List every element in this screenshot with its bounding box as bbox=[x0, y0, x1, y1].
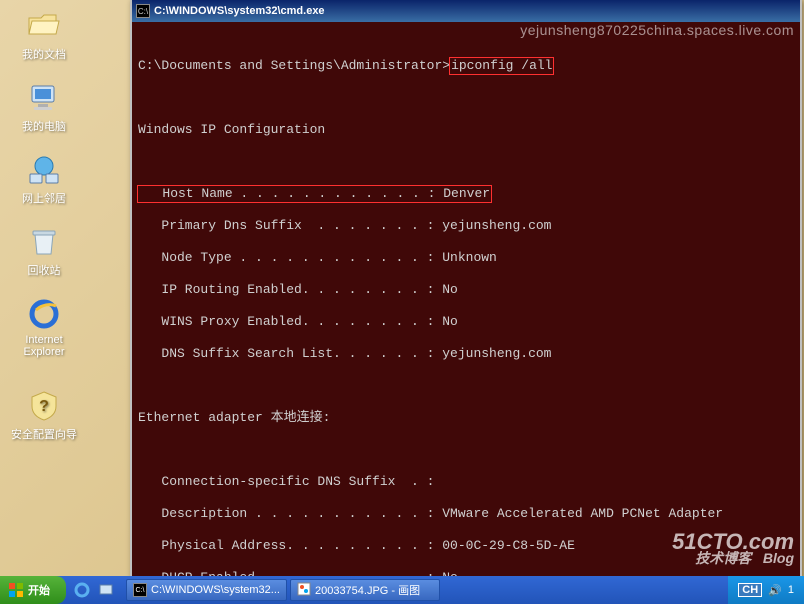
output-line: Primary Dns Suffix . . . . . . . : yejun… bbox=[138, 218, 794, 234]
desktop: 我的文档 我的电脑 网上邻居 回收站 Internet Explorer ? 安… bbox=[0, 0, 804, 604]
system-tray[interactable]: CH 🔊 1 bbox=[728, 576, 804, 604]
desktop-icon-mydocs[interactable]: 我的文档 bbox=[4, 8, 84, 62]
output-line: Description . . . . . . . . . . . : VMwa… bbox=[138, 506, 794, 522]
desktop-icon-label: 回收站 bbox=[4, 262, 84, 278]
output-line: Node Type . . . . . . . . . . . . : Unkn… bbox=[138, 250, 794, 266]
output-line: Connection-specific DNS Suffix . : bbox=[138, 474, 794, 490]
recycle-bin-icon bbox=[26, 224, 62, 260]
task-paint[interactable]: 20033754.JPG - 画图 bbox=[290, 579, 440, 601]
output-line: IP Routing Enabled. . . . . . . . : No bbox=[138, 282, 794, 298]
output-line: Windows IP Configuration bbox=[138, 122, 794, 138]
terminal-content[interactable]: yejunsheng870225china.spaces.live.com C:… bbox=[132, 22, 800, 578]
svg-text:?: ? bbox=[39, 398, 49, 415]
window-title: C:\WINDOWS\system32\cmd.exe bbox=[154, 5, 796, 17]
desktop-icon-security-wizard[interactable]: ? 安全配置向导 bbox=[4, 388, 84, 442]
tray-clock[interactable]: 1 bbox=[788, 584, 794, 596]
computer-icon bbox=[26, 80, 62, 116]
cmd-icon: C:\ bbox=[133, 583, 147, 597]
watermark-brand: 51CTO.com技术博客 Blog bbox=[672, 534, 794, 566]
output-line: Ethernet adapter 本地连接: bbox=[138, 410, 794, 426]
start-button[interactable]: 开始 bbox=[0, 576, 66, 604]
output-line: WINS Proxy Enabled. . . . . . . . : No bbox=[138, 314, 794, 330]
start-label: 开始 bbox=[28, 582, 50, 598]
paint-icon bbox=[297, 582, 311, 599]
windows-logo-icon bbox=[8, 582, 24, 598]
tray-speaker-icon[interactable]: 🔊 bbox=[768, 584, 782, 597]
desktop-icon-label: 安全配置向导 bbox=[4, 426, 84, 442]
desktop-icon-network[interactable]: 网上邻居 bbox=[4, 152, 84, 206]
taskbar: 开始 C:\ C:\WINDOWS\system32... 20033754.J… bbox=[0, 576, 804, 604]
task-label: 20033754.JPG - 画图 bbox=[315, 582, 420, 598]
desktop-icon-label: 我的文档 bbox=[4, 46, 84, 62]
desktop-icon-mycomputer[interactable]: 我的电脑 bbox=[4, 80, 84, 134]
cmd-window: C:\ C:\WINDOWS\system32\cmd.exe yejunshe… bbox=[130, 0, 802, 578]
titlebar[interactable]: C:\ C:\WINDOWS\system32\cmd.exe bbox=[132, 0, 800, 22]
watermark-url: yejunsheng870225china.spaces.live.com bbox=[520, 22, 794, 38]
desktop-icon-label: 我的电脑 bbox=[4, 118, 84, 134]
ie-icon bbox=[26, 296, 62, 332]
hostname-line: Host Name . . . . . . . . . . . . : Denv… bbox=[137, 185, 492, 203]
network-icon bbox=[26, 152, 62, 188]
output-line: DNS Suffix Search List. . . . . . : yeju… bbox=[138, 346, 794, 362]
ql-ie-icon[interactable] bbox=[72, 580, 92, 600]
desktop-icon-label: Internet Explorer bbox=[4, 334, 84, 358]
quick-launch bbox=[66, 580, 122, 600]
desktop-icon-recycle[interactable]: 回收站 bbox=[4, 224, 84, 278]
folder-open-icon bbox=[26, 8, 62, 44]
task-label: C:\WINDOWS\system32... bbox=[151, 584, 280, 596]
task-buttons: C:\ C:\WINDOWS\system32... 20033754.JPG … bbox=[122, 579, 444, 601]
lang-indicator[interactable]: CH bbox=[738, 583, 762, 597]
task-cmd[interactable]: C:\ C:\WINDOWS\system32... bbox=[126, 579, 287, 601]
cmd-icon: C:\ bbox=[136, 4, 150, 18]
ql-desktop-icon[interactable] bbox=[96, 580, 116, 600]
desktop-icon-label: 网上邻居 bbox=[4, 190, 84, 206]
ipconfig-command: ipconfig /all bbox=[449, 57, 554, 75]
shield-question-icon: ? bbox=[26, 388, 62, 424]
desktop-icon-ie[interactable]: Internet Explorer bbox=[4, 296, 84, 358]
prompt: C:\Documents and Settings\Administrator> bbox=[138, 58, 450, 73]
